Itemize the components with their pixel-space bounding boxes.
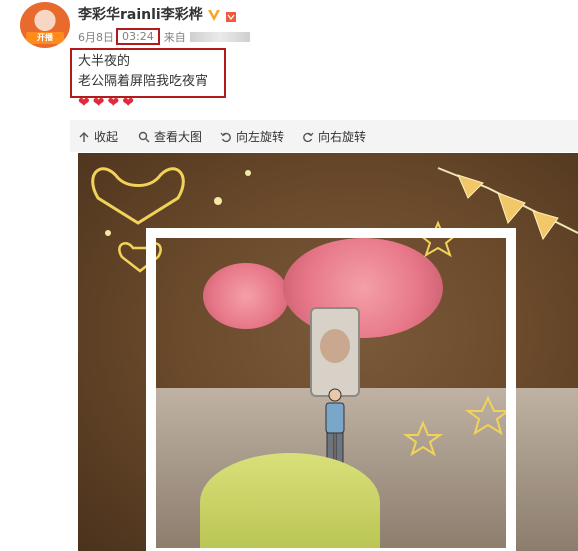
- author-name[interactable]: 李彩华rainli李彩桦: [78, 4, 203, 24]
- source-blurred: [189, 31, 250, 42]
- image-toolbar: 收起 查看大图 向左旋转 向右旋转: [70, 120, 578, 152]
- post-text-highlight: 大半夜的 老公隔着屏陪我吃夜宵: [70, 48, 226, 98]
- source-prefix: 来自: [163, 30, 186, 44]
- rotate-right-button[interactable]: 向右旋转: [302, 128, 366, 145]
- post-date: 6月8日: [78, 30, 114, 44]
- rotate-right-label: 向右旋转: [318, 130, 367, 144]
- hearts-row: ❤ ❤ ❤ ❤: [78, 96, 134, 110]
- rotate-right-icon: [303, 132, 314, 142]
- rotate-left-label: 向左旋转: [236, 130, 285, 144]
- arrow-up-icon: [79, 131, 89, 142]
- author-row: 李彩华rainli李彩桦: [78, 4, 237, 24]
- heart-icon: ❤: [92, 95, 105, 111]
- zoom-icon: [138, 131, 150, 142]
- avatar[interactable]: 开播: [20, 2, 70, 48]
- heart-icon: ❤: [78, 95, 90, 111]
- rotate-left-icon: [220, 132, 231, 142]
- rotate-left-button[interactable]: 向左旋转: [220, 128, 284, 145]
- collapse-button[interactable]: 收起: [78, 128, 118, 145]
- post-image[interactable]: [78, 153, 578, 551]
- heart-icon: ❤: [107, 95, 120, 111]
- heart-icon: ❤: [122, 95, 134, 111]
- view-large-label: 查看大图: [154, 130, 203, 144]
- avatar-badge: 开播: [26, 32, 64, 44]
- verified-v-icon: [207, 7, 221, 21]
- post-text-line-2: 老公隔着屏陪我吃夜宵: [78, 74, 209, 89]
- white-photo-frame: [146, 228, 516, 551]
- post-text-line-1: 大半夜的: [78, 54, 131, 69]
- post-meta: 6月8日 03:24 来自: [78, 28, 250, 45]
- post-time[interactable]: 03:24: [116, 28, 160, 45]
- view-large-button[interactable]: 查看大图: [138, 128, 202, 145]
- crown-icon: [225, 8, 237, 22]
- collapse-label: 收起: [94, 130, 119, 144]
